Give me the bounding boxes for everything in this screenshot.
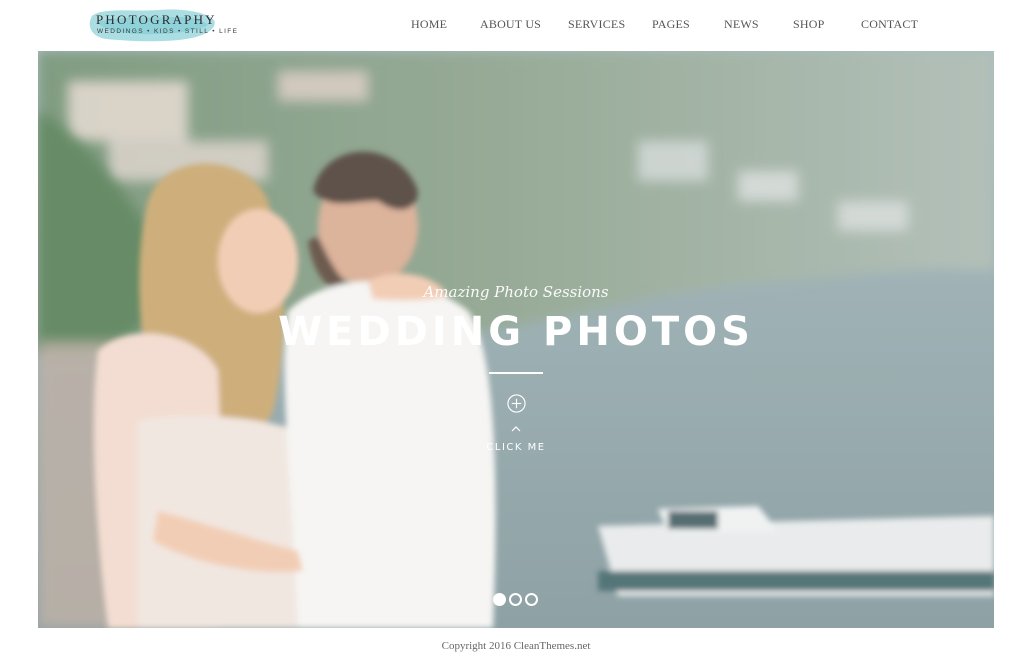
site-logo[interactable]: PHOTOGRAPHY WEDDINGS • KIDS • STILL • LI… <box>88 6 237 44</box>
hero-divider <box>489 372 543 374</box>
hero-slider: Amazing Photo Sessions WEDDING PHOTOS CL… <box>38 51 994 628</box>
slider-dot-3[interactable] <box>525 593 538 606</box>
plus-circle-icon[interactable] <box>507 394 526 413</box>
nav-item-news[interactable]: NEWS <box>724 17 759 32</box>
nav-item-pages[interactable]: PAGES <box>652 17 690 32</box>
nav-item-contact[interactable]: CONTACT <box>861 17 918 32</box>
nav-item-shop[interactable]: SHOP <box>793 17 824 32</box>
logo-title: PHOTOGRAPHY <box>96 12 217 27</box>
slider-dot-2[interactable] <box>509 593 522 606</box>
nav-item-services[interactable]: SERVICES <box>568 17 625 32</box>
slider-dot-1[interactable] <box>493 593 506 606</box>
click-me-button[interactable]: CLICK ME <box>38 442 994 453</box>
hero-title: WEDDING PHOTOS <box>278 309 754 355</box>
site-header: PHOTOGRAPHY WEDDINGS • KIDS • STILL • LI… <box>0 0 1032 50</box>
nav-item-home[interactable]: HOME <box>411 17 447 32</box>
slider-pagination <box>493 593 543 607</box>
nav-item-about-us[interactable]: ABOUT US <box>480 17 541 32</box>
hero-subtitle: Amazing Photo Sessions <box>423 283 609 301</box>
footer-copyright: Copyright 2016 CleanThemes.net <box>441 640 591 652</box>
logo-tagline: WEDDINGS • KIDS • STILL • LIFE <box>97 28 239 35</box>
chevron-up-icon <box>511 426 521 432</box>
